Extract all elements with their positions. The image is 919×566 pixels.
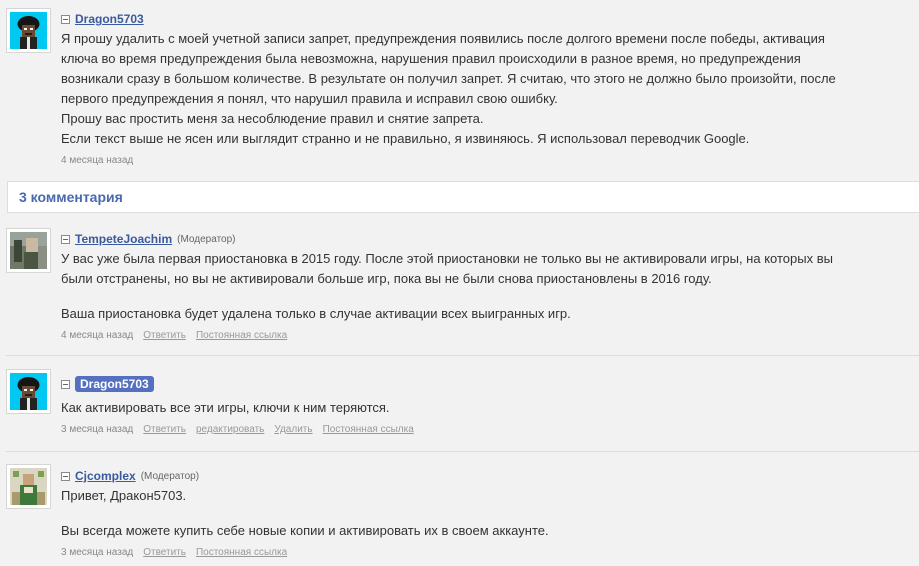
timestamp: 3 месяца назад: [61, 423, 134, 435]
body-line: возникали сразу в большом количестве. В …: [61, 71, 836, 86]
divider: [6, 451, 919, 452]
avatar[interactable]: [6, 228, 51, 273]
moderator-avatar-icon: [10, 468, 47, 505]
author-line: TempeteJoachim (Модератор): [61, 231, 236, 247]
body-line: Прошу вас простить меня за несоблюдение …: [61, 111, 484, 126]
comment-meta: 4 месяца назад Ответить Постоянная ссылк…: [61, 328, 287, 342]
author-link[interactable]: TempeteJoachim: [75, 232, 172, 246]
collapse-toggle[interactable]: [61, 471, 70, 481]
collapse-toggle[interactable]: [61, 379, 70, 389]
author-line: Dragon5703: [61, 376, 154, 392]
reply-link[interactable]: Ответить: [143, 330, 186, 341]
post-meta: 4 месяца назад: [61, 153, 133, 167]
body-line: ключа во время предупреждения была невоз…: [61, 51, 801, 66]
reply-link[interactable]: Ответить: [143, 547, 186, 558]
edit-link[interactable]: редактировать: [196, 424, 264, 435]
body-line: Я прошу удалить с моей учетной записи за…: [61, 31, 825, 46]
body-line: У вас уже была первая приостановка в 201…: [61, 251, 833, 266]
comment-meta: 3 месяца назад Ответить редактировать Уд…: [61, 422, 414, 436]
author-line: Dragon5703: [61, 11, 144, 27]
body-line: Если текст выше не ясен или выглядит стр…: [61, 131, 750, 146]
role-label: (Модератор): [177, 233, 236, 245]
delete-link[interactable]: Удалить: [274, 424, 312, 435]
body-line: Вы всегда можете купить себе новые копии…: [61, 523, 549, 538]
avatar[interactable]: [6, 464, 51, 509]
comment-thread: Dragon5703 Я прошу удалить с моей учетно…: [0, 0, 919, 566]
author-link[interactable]: Cjcomplex: [75, 469, 136, 483]
collapse-toggle[interactable]: [61, 14, 70, 24]
comment-body: Как активировать все эти игры, ключи к н…: [61, 398, 851, 418]
author-link[interactable]: Dragon5703: [75, 12, 144, 26]
author-link[interactable]: Dragon5703: [75, 376, 154, 392]
permalink-link[interactable]: Постоянная ссылка: [196, 330, 287, 341]
dragon-avatar-icon: [10, 12, 47, 49]
timestamp: 4 месяца назад: [61, 329, 134, 341]
permalink-link[interactable]: Постоянная ссылка: [323, 424, 414, 435]
question-body: Я прошу удалить с моей учетной записи за…: [61, 29, 851, 149]
timestamp: 4 месяца назад: [61, 154, 134, 166]
body-line: первого предупреждения я понял, что нару…: [61, 91, 558, 106]
role-label: (Модератор): [140, 470, 200, 482]
collapse-toggle[interactable]: [61, 234, 70, 244]
comments-count-header: 3 комментария: [7, 181, 919, 213]
comment-body: Привет, Дракон5703. Вы всегда можете куп…: [61, 486, 851, 541]
divider: [6, 355, 919, 356]
reply-link[interactable]: Ответить: [143, 424, 186, 435]
timestamp: 3 месяца назад: [61, 546, 134, 558]
moderator-avatar-icon: [10, 232, 47, 269]
comment-meta: 3 месяца назад Ответить Постоянная ссылк…: [61, 545, 287, 559]
body-line: Как активировать все эти игры, ключи к н…: [61, 400, 390, 415]
dragon-avatar-icon: [10, 373, 47, 410]
body-line: Привет, Дракон5703.: [61, 488, 187, 503]
author-line: Cjcomplex (Модератор): [61, 468, 199, 484]
avatar[interactable]: [6, 8, 51, 53]
comment-body: У вас уже была первая приостановка в 201…: [61, 249, 851, 324]
body-line: Ваша приостановка будет удалена только в…: [61, 306, 571, 321]
body-line: были отстранены, но вы не активировали б…: [61, 271, 712, 286]
permalink-link[interactable]: Постоянная ссылка: [196, 547, 287, 558]
avatar[interactable]: [6, 369, 51, 414]
